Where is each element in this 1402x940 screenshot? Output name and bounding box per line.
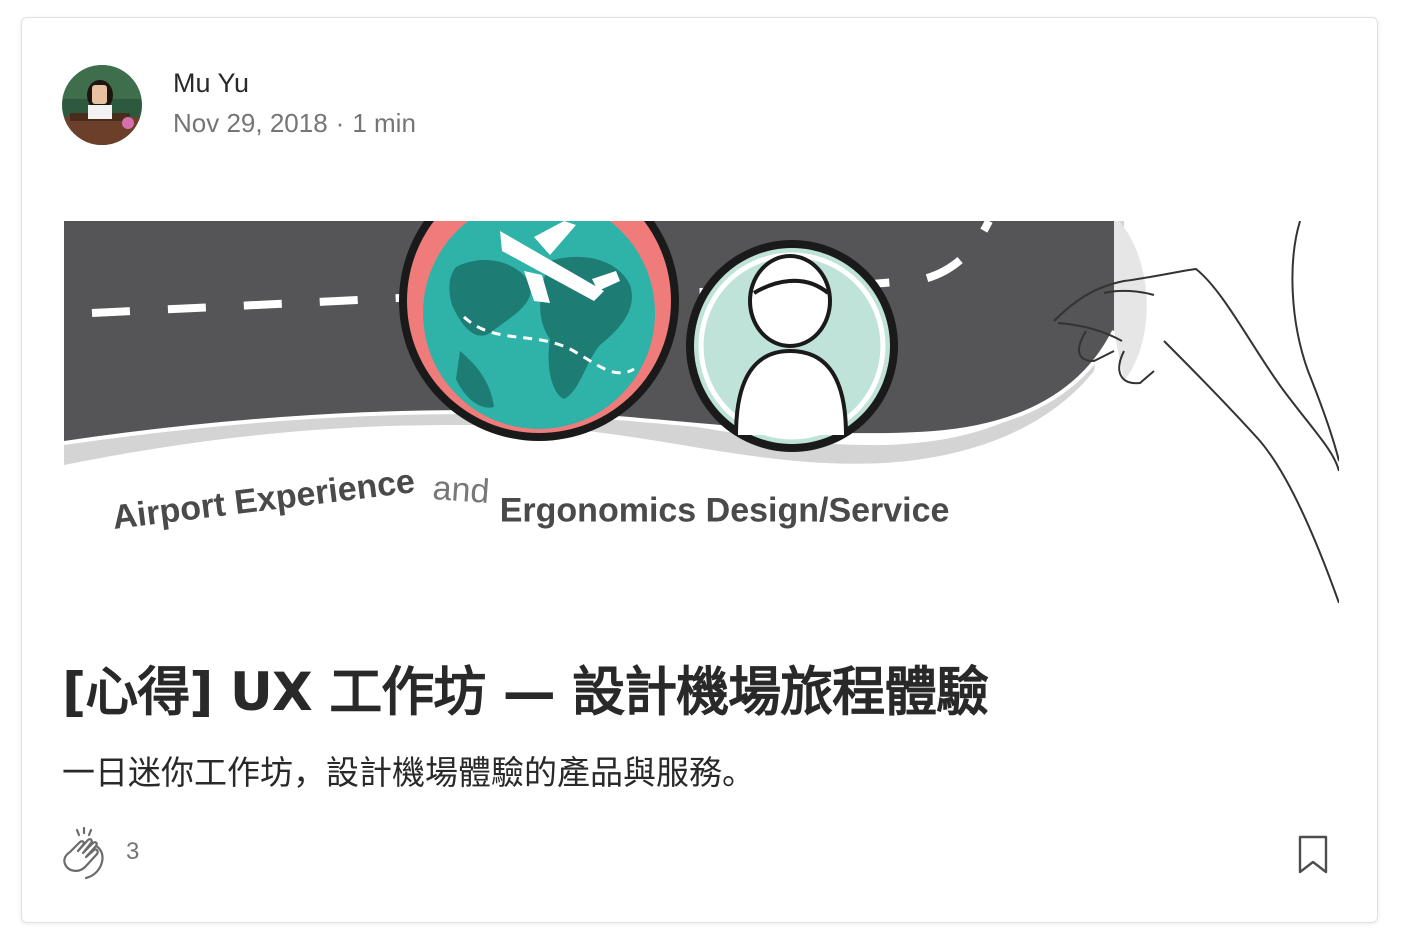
author-name[interactable]: Mu Yu xyxy=(173,68,249,99)
post-title[interactable]: [心得] UX 工作坊 — 設計機場旅程體驗 xyxy=(62,650,989,726)
author-avatar[interactable] xyxy=(62,65,142,145)
clap-icon[interactable] xyxy=(60,826,112,882)
post-card[interactable]: Mu Yu Nov 29, 2018 · 1 min Airport Exper… xyxy=(21,17,1378,923)
hero-image[interactable]: Airport Experience and Ergonomics Design… xyxy=(64,221,1339,603)
clap-count: 3 xyxy=(126,838,140,865)
bookmark-icon[interactable] xyxy=(1296,835,1330,875)
post-subtitle[interactable]: 一日迷你工作坊，設計機場體驗的產品與服務。 xyxy=(62,746,755,794)
post-meta: Nov 29, 2018 · 1 min xyxy=(173,108,416,139)
hero-caption-and: and xyxy=(431,469,490,511)
publish-date: Nov 29, 2018 xyxy=(173,108,328,138)
meta-separator: · xyxy=(335,108,345,138)
read-time: 1 min xyxy=(352,108,416,138)
hero-caption-end: Ergonomics Design/Service xyxy=(500,491,950,529)
